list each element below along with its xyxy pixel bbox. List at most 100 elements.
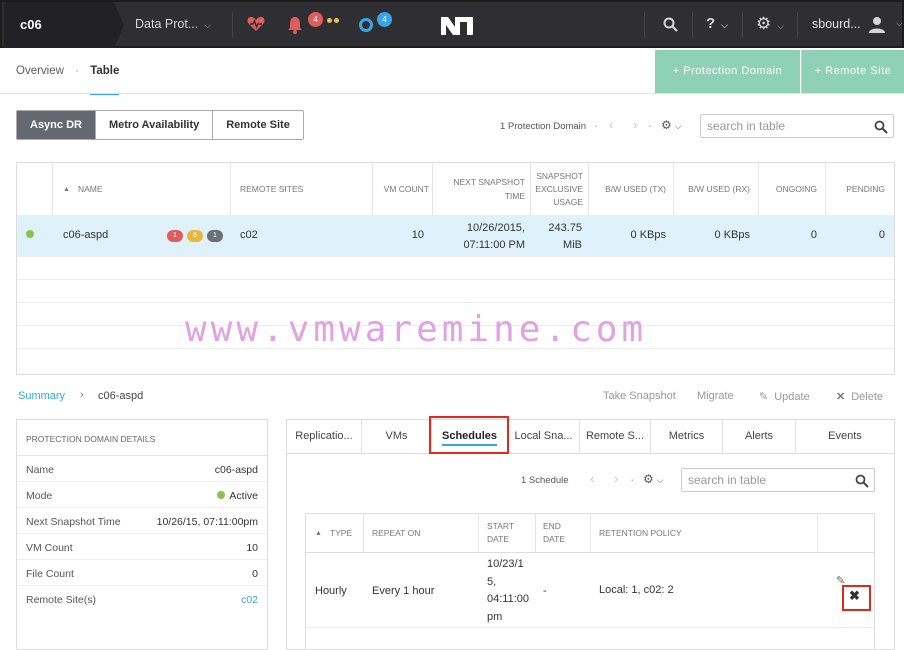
close-icon: ✕ xyxy=(836,391,846,403)
chevron-down-icon: ⌵ xyxy=(204,20,212,30)
take-snapshot-button[interactable]: Take Snapshot xyxy=(603,390,676,402)
column-header-ongoing[interactable]: ONGOING xyxy=(761,163,817,215)
breadcrumb-summary[interactable]: Summary xyxy=(18,390,65,402)
tab-overview[interactable]: Overview xyxy=(16,65,64,77)
help-icon[interactable]: ? ⌵ xyxy=(706,15,728,32)
tab-remote-snapshots[interactable]: Remote S... xyxy=(580,420,651,453)
column-header-end-date[interactable]: END DATE xyxy=(543,514,579,552)
tab-vms[interactable]: VMs xyxy=(362,420,432,453)
schedules-tab-highlight xyxy=(429,416,509,454)
column-header-retention-policy[interactable]: RETENTION POLICY xyxy=(599,514,682,552)
chevron-down-icon: ⌵ xyxy=(777,21,785,31)
warning-dot xyxy=(334,18,339,23)
column-header-pending[interactable]: PENDING xyxy=(828,163,885,215)
column-header-repeat-on[interactable]: REPEAT ON xyxy=(372,514,420,552)
migrate-button[interactable]: Migrate xyxy=(697,390,734,402)
alert-count-badge[interactable]: 4 xyxy=(308,12,323,27)
critical-alert-badge[interactable]: 1 xyxy=(167,230,183,242)
schedule-search-input[interactable] xyxy=(681,468,875,492)
detail-key: VM Count xyxy=(26,542,73,554)
schedule-repeat-on: Every 1 hour xyxy=(372,585,435,597)
protection-domain-details-panel: PROTECTION DOMAIN DETAILS Name c06-aspd … xyxy=(16,419,268,650)
schedule-settings-gear-icon[interactable]: ⚙ ⌵ xyxy=(643,472,664,486)
chevron-down-icon[interactable]: ⌵ xyxy=(896,18,903,29)
divider xyxy=(588,163,589,215)
detail-row-file-count: File Count 0 xyxy=(17,560,267,586)
column-header-next-snapshot-time[interactable]: NEXT SNAPSHOT TIME xyxy=(437,163,525,215)
health-heart-icon[interactable] xyxy=(247,16,265,32)
add-remote-site-button[interactable]: + Remote Site xyxy=(801,50,904,93)
column-header-name[interactable]: ▲ NAME xyxy=(63,163,103,215)
tab-separator: · xyxy=(75,65,79,77)
search-icon[interactable] xyxy=(663,17,678,32)
details-heading: PROTECTION DOMAIN DETAILS xyxy=(17,420,267,456)
divider xyxy=(17,256,894,257)
next-page-icon[interactable]: › xyxy=(633,117,637,132)
task-count-badge[interactable]: 4 xyxy=(377,12,392,27)
start-date-line: pm xyxy=(487,610,503,623)
detail-value: c06-aspd xyxy=(214,464,258,476)
row-bw-rx: 0 KBps xyxy=(714,229,750,241)
column-header-start-date[interactable]: START DATE xyxy=(487,514,527,552)
tab-events[interactable]: Events xyxy=(796,420,894,453)
divider xyxy=(478,514,479,552)
divider xyxy=(432,163,433,215)
column-header-bw-tx[interactable]: B/W USED (TX) xyxy=(591,163,666,215)
update-button[interactable]: ✎ Update xyxy=(759,390,810,403)
sort-ascending-icon: ▲ xyxy=(63,185,70,193)
detail-key: Name xyxy=(26,464,55,476)
tab-local-snapshots[interactable]: Local Sna... xyxy=(508,420,580,453)
column-header-type[interactable]: ▲ TYPE xyxy=(315,514,352,552)
prev-page-icon[interactable]: ‹ xyxy=(609,117,613,132)
add-protection-domain-button[interactable]: + Protection Domain xyxy=(655,50,800,93)
row-next-snapshot-clock: 07:11:00 PM xyxy=(463,239,525,251)
mode-value: Active xyxy=(229,490,258,502)
user-avatar-icon[interactable] xyxy=(868,16,886,34)
divider xyxy=(230,163,231,215)
prev-page-icon[interactable]: ‹ xyxy=(590,471,594,486)
delete-button[interactable]: ✕ Delete xyxy=(836,390,883,403)
cluster-name[interactable]: c06 xyxy=(4,2,114,48)
remote-site-button[interactable]: Remote Site xyxy=(212,111,303,139)
divider xyxy=(644,12,645,38)
async-dr-button[interactable]: Async DR xyxy=(17,111,95,139)
tab-table[interactable]: Table xyxy=(90,65,120,95)
alerts-bell-icon[interactable] xyxy=(287,16,303,34)
tab-replications[interactable]: Replicatio... xyxy=(287,420,362,453)
row-next-snapshot-time: 10/26/2015, 07:11:00 PM xyxy=(437,220,525,254)
tab-alerts[interactable]: Alerts xyxy=(723,420,796,453)
warning-alert-badge[interactable]: 6 xyxy=(187,230,203,242)
row-bw-tx: 0 KBps xyxy=(630,229,666,241)
divider xyxy=(0,93,904,94)
remote-site-link[interactable]: c02 xyxy=(241,594,258,606)
search-icon[interactable] xyxy=(855,474,869,488)
column-header-vm-count[interactable]: VM COUNT xyxy=(375,163,429,215)
schedule-retention-policy: Local: 1, c02: 2 xyxy=(599,584,674,596)
info-alert-badge[interactable]: 1 xyxy=(207,230,223,242)
chevron-down-icon: ⌵ xyxy=(674,121,682,131)
detail-row-next-snapshot: Next Snapshot Time 10/26/15, 07:11:00pm xyxy=(17,508,267,534)
detail-row-vm-count: VM Count 10 xyxy=(17,534,267,560)
protection-domain-count: 1 Protection Domain xyxy=(500,121,587,132)
update-label: Update xyxy=(774,391,810,403)
user-name[interactable]: sbourd... xyxy=(812,17,861,31)
settings-gear-icon[interactable]: ⚙ ⌵ xyxy=(756,14,784,34)
detail-row-mode: Mode Active xyxy=(17,482,267,508)
detail-key: File Count xyxy=(26,568,74,580)
metro-availability-button[interactable]: Metro Availability xyxy=(94,111,213,139)
tab-metrics[interactable]: Metrics xyxy=(651,420,723,453)
row-name[interactable]: c06-aspd xyxy=(63,229,108,241)
column-header-remote-sites[interactable]: REMOTE SITES xyxy=(240,163,303,215)
next-page-icon[interactable]: › xyxy=(614,471,618,486)
column-header-bw-rx[interactable]: B/W USED (RX) xyxy=(676,163,750,215)
column-header-snapshot-exclusive-usage[interactable]: SNAPSHOT EXCLUSIVE USAGE xyxy=(533,163,583,215)
table-settings-gear-icon[interactable]: ⚙ ⌵ xyxy=(661,118,682,132)
divider xyxy=(530,163,531,215)
main-table-search-input[interactable] xyxy=(700,114,894,138)
tasks-ring-icon[interactable] xyxy=(359,18,373,32)
nutanix-logo-icon[interactable] xyxy=(440,15,474,37)
divider xyxy=(535,514,536,552)
row-next-snapshot-date: 10/26/2015, xyxy=(466,222,525,234)
main-menu-dropdown[interactable]: Data Prot... ⌵ xyxy=(135,17,211,31)
search-icon[interactable] xyxy=(874,120,888,134)
